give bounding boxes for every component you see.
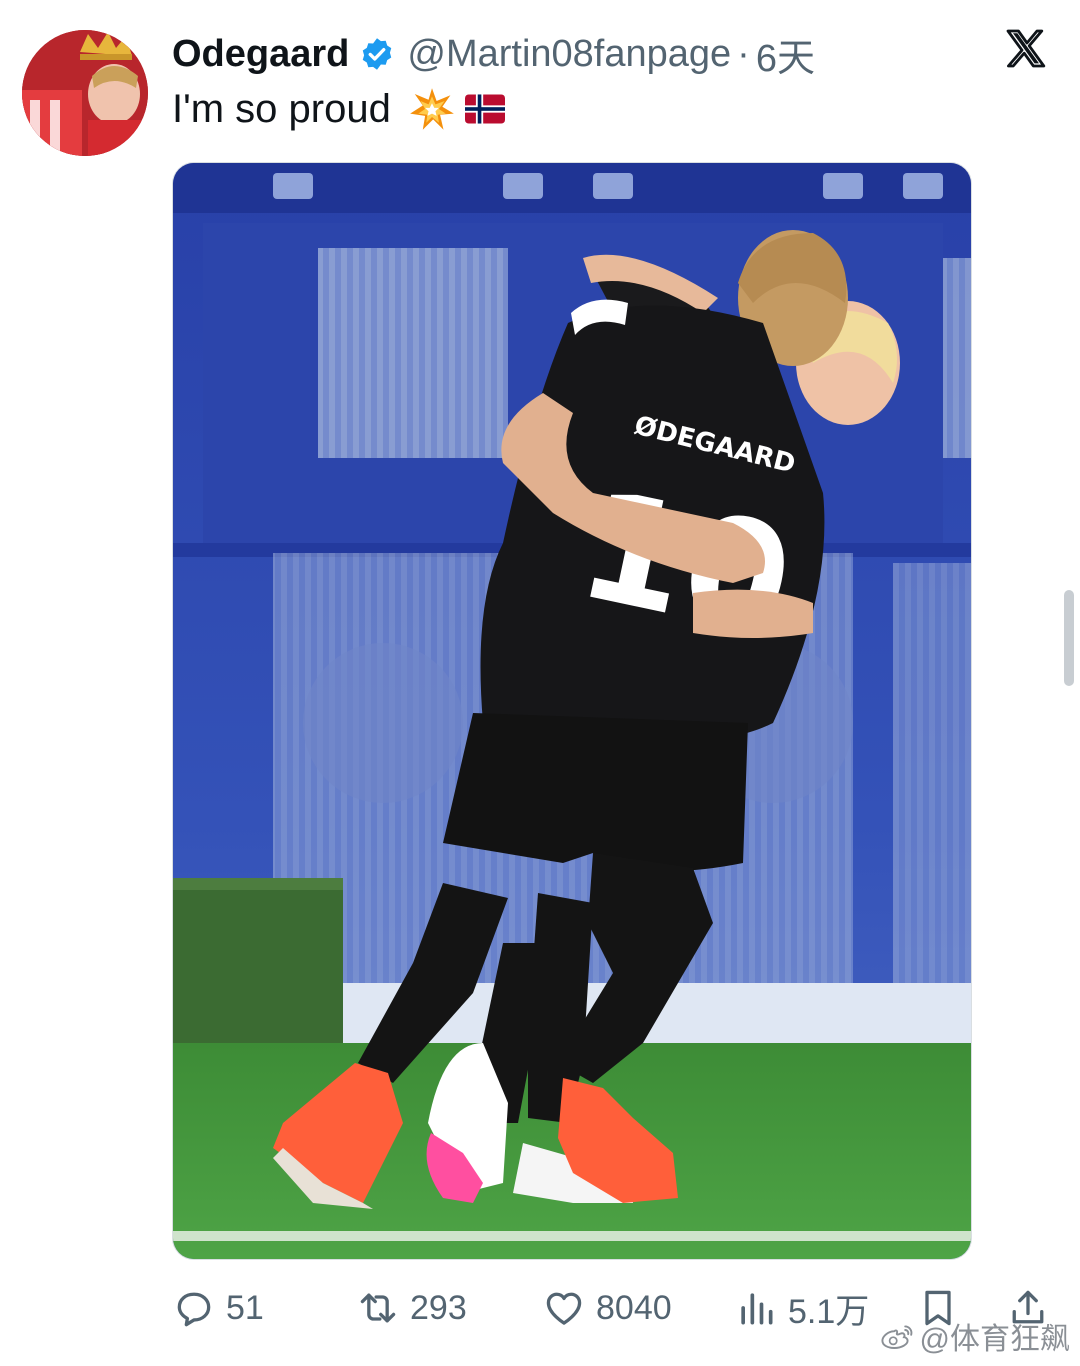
tweet-text: I'm so proud (172, 86, 505, 132)
tweet-media-photo[interactable]: ØDEGAARD 10 (172, 162, 972, 1260)
heart-icon (546, 1292, 582, 1325)
weibo-logo-icon (880, 1325, 912, 1349)
display-name[interactable]: Odegaard (172, 33, 349, 76)
separator-dot: · (737, 32, 750, 75)
norway-flag-icon (464, 94, 505, 124)
verified-badge-icon (363, 38, 392, 70)
views-icon (741, 1293, 773, 1325)
timestamp[interactable]: 6天 (756, 27, 815, 82)
views-button[interactable]: 5.1万 (734, 1280, 869, 1336)
reply-button[interactable]: 51 (172, 1280, 264, 1336)
reply-count: 51 (226, 1288, 264, 1327)
tweet-body: I'm so proud (172, 86, 391, 131)
collision-emoji-icon (410, 88, 454, 130)
watermark-text: @体育狂飙 (919, 1323, 1070, 1356)
reply-icon (177, 1292, 211, 1327)
retweet-icon (360, 1293, 396, 1323)
weibo-watermark: @体育狂飙 (880, 1314, 1070, 1358)
retweet-count: 293 (410, 1288, 467, 1327)
avatar-photo (22, 30, 148, 156)
view-count: 5.1万 (788, 1292, 870, 1331)
like-count: 8040 (596, 1288, 672, 1327)
tweet-header: Odegaard @Martin08fanpage · 6天 (172, 26, 815, 82)
retweet-button[interactable]: 293 (356, 1280, 467, 1336)
handle[interactable]: @Martin08fanpage (407, 33, 731, 76)
like-button[interactable]: 8040 (542, 1280, 672, 1336)
footballers-embrace-image: ØDEGAARD 10 (173, 163, 971, 1259)
avatar[interactable] (22, 30, 148, 156)
x-logo-icon[interactable] (1002, 26, 1050, 74)
scrollbar-thumb[interactable] (1064, 590, 1074, 686)
tweet-card: Odegaard @Martin08fanpage · 6天 I'm so pr… (0, 0, 1080, 1366)
